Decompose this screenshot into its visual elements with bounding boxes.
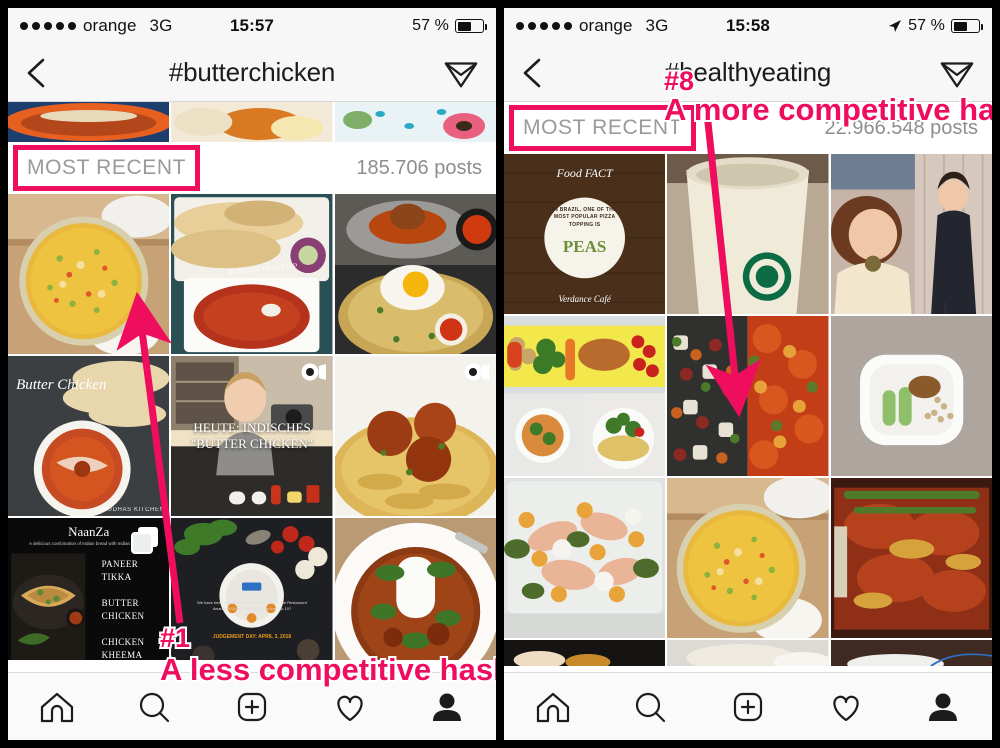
heart-icon[interactable] xyxy=(330,687,370,727)
tile-fact-text: IN BRAZIL, ONE OF THE MOST POPULAR PIZZA… xyxy=(552,206,617,228)
grid-tile-butter-chicken[interactable]: Butter Chicken AMUDHAS KITCHEN xyxy=(8,356,170,516)
grid-tile[interactable] xyxy=(504,640,666,666)
video-badge-icon xyxy=(301,363,326,381)
grid-tile-curry-bowl-match[interactable] xyxy=(667,478,829,638)
battery-icon xyxy=(455,19,487,33)
grid-tile[interactable] xyxy=(171,102,333,142)
tab-bar-left xyxy=(8,672,496,740)
tile-brand: Verdance Café xyxy=(558,294,611,305)
tile-caption: Butter Chicken xyxy=(16,377,107,394)
grid-tile-rice-curry[interactable] xyxy=(334,518,496,660)
grid-tile-two-women[interactable] xyxy=(830,154,992,314)
most-recent-label[interactable]: MOST RECENT xyxy=(12,145,201,191)
tile-caption: Food FACT xyxy=(556,165,613,180)
grid-tile-naanza-menu[interactable]: NaanZa A delicious combination of Indian… xyxy=(8,518,170,660)
status-bar-left: orange 3G 15:57 57 % xyxy=(8,8,496,44)
add-post-icon[interactable] xyxy=(728,687,768,727)
photo-grid-right: Food FACT IN BRAZIL, ONE OF THE MOST POP… xyxy=(504,154,992,638)
grid-tile-veg-board[interactable] xyxy=(504,316,666,476)
most-recent-bar-left: MOST RECENT 185.706 posts xyxy=(8,142,496,194)
photo-grid-left: @SUNNYSIDEUP Butter Chicken AMUDHAS KITC… xyxy=(8,194,496,660)
grid-tile[interactable] xyxy=(667,640,829,666)
grid-tile-egg-noodles[interactable] xyxy=(334,194,496,354)
most-recent-label[interactable]: MOST RECENT xyxy=(508,105,697,151)
grid-tile-ham-salad[interactable] xyxy=(504,478,666,638)
grid-tile-plate-cucumber[interactable] xyxy=(830,316,992,476)
grid-tile-naan-curry[interactable]: @SUNNYSIDEUP xyxy=(171,194,333,354)
carrier-label: orange xyxy=(579,16,633,35)
grid-tile-coffee-cup[interactable] xyxy=(667,154,829,314)
grid-tile[interactable] xyxy=(8,102,170,142)
tile-fact-word: PEAS xyxy=(562,237,607,257)
grid-tile-food-fact[interactable]: Food FACT IN BRAZIL, ONE OF THE MOST POP… xyxy=(504,154,666,314)
chevron-left-icon[interactable] xyxy=(24,56,50,90)
heart-icon[interactable] xyxy=(826,687,866,727)
search-icon[interactable] xyxy=(134,687,174,727)
post-count-label: 185.706 posts xyxy=(356,156,482,179)
home-icon[interactable] xyxy=(37,687,77,727)
grid-tile-awards-poster[interactable]: We have been shortlisted for Mid Day's T… xyxy=(171,518,333,660)
nav-bar-left: #butterchicken xyxy=(8,44,496,102)
profile-icon[interactable] xyxy=(427,687,467,727)
page-title: #butterchicken xyxy=(168,57,336,87)
tile-watermark: AMUDHAS KITCHEN xyxy=(97,506,165,513)
chevron-left-icon[interactable] xyxy=(520,56,546,90)
signal-strength-icon xyxy=(20,22,76,30)
menu-item: PANEER TIKKA xyxy=(101,558,139,583)
carrier-label: orange xyxy=(83,16,137,35)
tile-caption-group: Food FACT xyxy=(557,164,613,182)
hashtag-feed-right: MOST RECENT 22.966.548 posts Food FACT I… xyxy=(504,102,992,666)
grid-tile-salmon-tray[interactable] xyxy=(830,478,992,638)
tile-judgement-text: JUDGEMENT DAY: APRIL 3, 2018 xyxy=(212,634,292,641)
location-arrow-icon xyxy=(889,20,902,32)
paper-plane-icon[interactable] xyxy=(938,56,976,90)
tile-fineprint: We have been shortlisted for Mid Day's T… xyxy=(197,600,307,612)
battery-percent-label: 57 % xyxy=(412,17,449,34)
partial-grid-row xyxy=(8,102,496,142)
paper-plane-icon[interactable] xyxy=(442,56,480,90)
grid-tile-cooking-video[interactable]: HEUTE: INDISCHES "BUTTER CHICKEN" xyxy=(171,356,333,516)
post-count-label: 22.966.548 posts xyxy=(824,116,978,139)
profile-icon[interactable] xyxy=(923,687,963,727)
grid-tile-salad-chili[interactable] xyxy=(667,316,829,476)
multi-photo-badge-icon xyxy=(131,527,159,554)
page-title: #healthyeating xyxy=(664,57,832,87)
menu-item: CHICKEN KHEEMA xyxy=(101,636,145,660)
network-type-label: 3G xyxy=(645,16,669,35)
battery-icon xyxy=(951,19,983,33)
comparison-screenshots: orange 3G 15:57 57 % #butterchicken MOST… xyxy=(0,0,1000,748)
grid-tile[interactable] xyxy=(830,640,992,666)
nav-bar-right: #healthyeating xyxy=(504,44,992,102)
tile-menu-list: PANEER TIKKA BUTTER CHICKEN CHICKEN KHEE… xyxy=(102,558,170,660)
grid-tile-chicken-rice-video[interactable] xyxy=(334,356,496,516)
search-icon[interactable] xyxy=(630,687,670,727)
battery-percent-label: 57 % xyxy=(908,17,945,34)
menu-item: BUTTER CHICKEN xyxy=(101,597,145,622)
grid-tile-curry-bowl[interactable] xyxy=(8,194,170,354)
network-type-label: 3G xyxy=(149,16,173,35)
tab-bar-right xyxy=(504,672,992,740)
phone-screenshot-right: orange 3G 15:58 57 % #healthyeating MOST… xyxy=(500,0,1000,748)
partial-grid-row xyxy=(504,640,992,666)
most-recent-bar-right: MOST RECENT 22.966.548 posts xyxy=(504,102,992,154)
status-bar-right: orange 3G 15:58 57 % xyxy=(504,8,992,44)
add-post-icon[interactable] xyxy=(232,687,272,727)
video-badge-icon xyxy=(464,363,489,381)
phone-screenshot-left: orange 3G 15:57 57 % #butterchicken MOST… xyxy=(0,0,500,748)
grid-tile[interactable] xyxy=(334,102,496,142)
home-icon[interactable] xyxy=(533,687,573,727)
signal-strength-icon xyxy=(516,22,572,30)
hashtag-feed-left: MOST RECENT 185.706 posts @SUNNYSIDEUP B… xyxy=(8,102,496,660)
tile-caption: NaanZa xyxy=(68,523,110,539)
